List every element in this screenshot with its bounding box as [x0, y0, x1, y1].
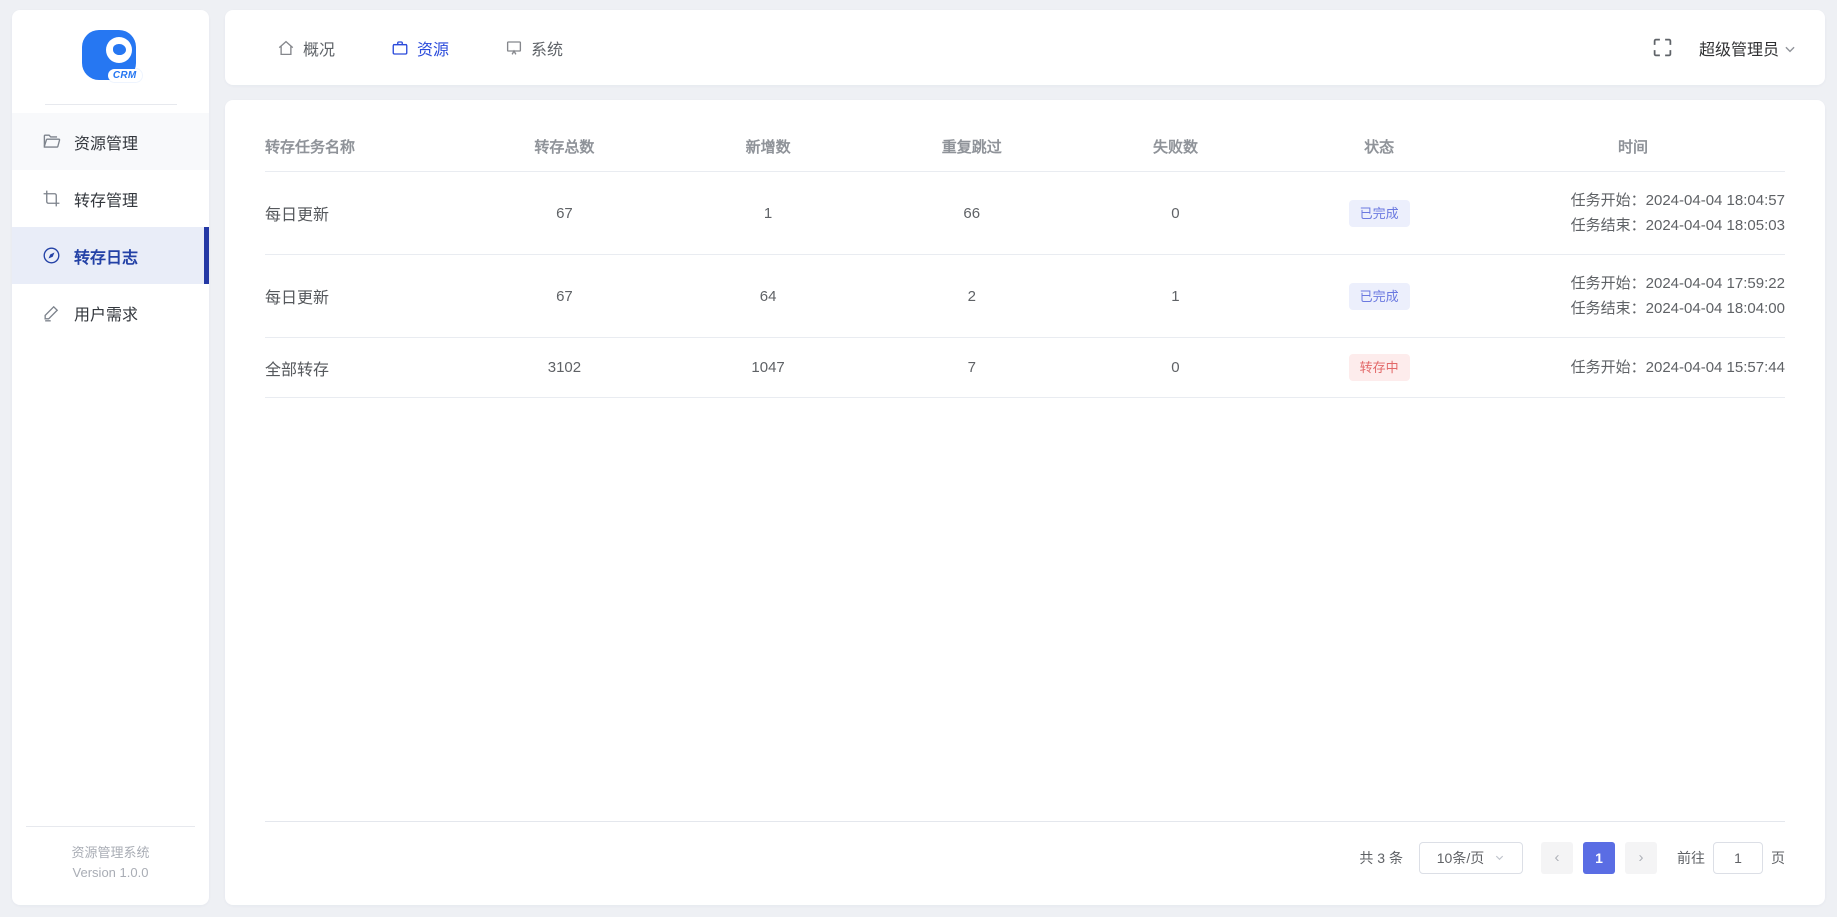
- compass-icon: [42, 246, 61, 265]
- cell-failed: 0: [1171, 204, 1180, 222]
- table-row: 每日更新 67 1 66 0 已完成 任务开始：2024-04-04 18:04:57 任务结…: [265, 172, 1785, 255]
- cell-task-name: 全部转存: [265, 361, 330, 379]
- app-logo: CRM: [12, 10, 209, 84]
- tab-system[interactable]: 系统: [505, 36, 563, 60]
- cell-total: 67: [556, 287, 573, 305]
- page-size-select[interactable]: 10条/页: [1419, 841, 1523, 874]
- divider: [26, 826, 195, 827]
- cell-total: 67: [556, 204, 573, 222]
- chevron-down-icon: [1494, 852, 1505, 863]
- col-header-time: 时间: [1617, 139, 1648, 156]
- col-header-failed: 失败数: [1152, 139, 1198, 156]
- table-header-row: 转存任务名称 转存总数 新增数 重复跳过 失败数 状态 时间: [265, 122, 1785, 172]
- content-card: 转存任务名称 转存总数 新增数 重复跳过 失败数 状态 时间 每日更新 67 1 66…: [225, 100, 1825, 905]
- topbar: 概况 资源 系统 超级管理员: [225, 10, 1825, 85]
- cell-added: 1047: [751, 359, 785, 376]
- col-header-total: 转存总数: [534, 139, 595, 156]
- prev-page-button[interactable]: ‹: [1541, 841, 1573, 874]
- cell-status: 已完成: [1277, 267, 1481, 326]
- sidebar-item-label: 转存管理: [74, 192, 139, 210]
- folder-icon: [42, 132, 61, 151]
- home-icon: [277, 39, 295, 57]
- status-badge: 已完成: [1348, 199, 1410, 227]
- cell-failed: 1: [1171, 287, 1180, 305]
- edit-icon: [42, 303, 61, 322]
- footer-app-title: 资源管理系统: [71, 845, 150, 860]
- chevron-down-icon: [1783, 42, 1797, 56]
- top-nav-tabs: 概况 资源 系统: [277, 36, 563, 60]
- page-size-value: 10条/页: [1436, 849, 1485, 866]
- status-badge: 已完成: [1348, 282, 1410, 310]
- goto-page-input[interactable]: [1713, 841, 1763, 874]
- table-row: 全部转存 3102 1047 7 0 转存中 任务开始：2024-04-04 15:57:4…: [265, 338, 1785, 398]
- pagination-total: 共 3 条: [1359, 849, 1403, 866]
- user-menu[interactable]: 超级管理员: [1699, 36, 1797, 60]
- sidebar-footer: 资源管理系统 Version 1.0.0: [12, 826, 209, 905]
- sidebar-item-label: 资源管理: [74, 135, 139, 153]
- cell-total: 3102: [547, 359, 582, 376]
- time-line: 任务结束：2024-04-04 18:04:00: [1570, 300, 1785, 317]
- cell-added: 1: [763, 204, 773, 222]
- transfer-log-table: 转存任务名称 转存总数 新增数 重复跳过 失败数 状态 时间 每日更新 67 1 66…: [225, 100, 1825, 398]
- sidebar-item-label: 转存日志: [74, 249, 139, 267]
- cell-task-name: 每日更新: [265, 290, 330, 307]
- tab-overview[interactable]: 概况: [277, 36, 335, 60]
- col-header-status: 状态: [1364, 139, 1395, 156]
- cell-status: 转存中: [1277, 338, 1481, 397]
- next-page-button[interactable]: ›: [1625, 841, 1657, 874]
- sidebar-item-transfer-log[interactable]: 转存日志: [12, 227, 209, 284]
- sidebar-item-label: 用户需求: [74, 306, 139, 324]
- user-menu-label: 超级管理员: [1698, 41, 1779, 59]
- cell-added: 64: [759, 287, 777, 305]
- time-line: 任务开始：2024-04-04 18:04:57: [1570, 192, 1785, 209]
- cell-skipped: 7: [967, 359, 976, 376]
- page-button-1[interactable]: 1: [1583, 841, 1615, 874]
- briefcase-icon: [391, 39, 409, 57]
- table-body: 每日更新 67 1 66 0 已完成 任务开始：2024-04-04 18:04:57 任务结…: [265, 172, 1785, 398]
- time-line: 任务结束：2024-04-04 18:05:03: [1570, 217, 1785, 234]
- tab-resources[interactable]: 资源: [391, 36, 449, 60]
- footer-version: Version 1.0.0: [72, 865, 149, 880]
- time-line: 任务开始：2024-04-04 17:59:22: [1570, 275, 1785, 292]
- cell-skipped: 2: [967, 287, 976, 305]
- topbar-right: 超级管理员: [1652, 36, 1797, 60]
- crop-icon: [42, 189, 61, 208]
- tab-label: 资源: [417, 41, 450, 59]
- sidebar-item-user-requests[interactable]: 用户需求: [12, 284, 209, 341]
- pagination-bar: 共 3 条 10条/页 ‹ 1 › 前往 页: [265, 821, 1785, 893]
- table-row: 每日更新 67 64 2 1 已完成 任务开始：2024-04-04 17:59:22 任务结…: [265, 255, 1785, 338]
- cell-skipped: 66: [963, 204, 981, 222]
- monitor-icon: [505, 39, 523, 57]
- fullscreen-icon[interactable]: [1652, 37, 1673, 58]
- time-line: 任务开始：2024-04-04 15:57:44: [1570, 359, 1785, 376]
- divider: [44, 104, 177, 105]
- cell-status: 已完成: [1277, 184, 1481, 243]
- logo-text: CRM: [107, 69, 142, 82]
- col-header-skipped: 重复跳过: [941, 139, 1002, 156]
- col-header-task-name: 转存任务名称: [265, 139, 356, 156]
- cell-time: 任务开始：2024-04-04 17:59:22 任务结束：2024-04-04 …: [1481, 255, 1785, 337]
- col-header-added: 新增数: [745, 139, 791, 156]
- sidebar-item-transfer-management[interactable]: 转存管理: [12, 170, 209, 227]
- goto-label: 前往: [1677, 849, 1705, 866]
- cell-task-name: 每日更新: [265, 207, 330, 224]
- sidebar-menu: 资源管理转存管理转存日志用户需求: [12, 113, 209, 341]
- cell-time: 任务开始：2024-04-04 15:57:44: [1481, 339, 1785, 396]
- sidebar: CRM 资源管理转存管理转存日志用户需求 资源管理系统 Version 1.0.…: [12, 10, 209, 905]
- goto-suffix: 页: [1771, 849, 1785, 866]
- cell-failed: 0: [1171, 359, 1180, 376]
- tab-label: 概况: [303, 41, 336, 59]
- tab-label: 系统: [531, 41, 564, 59]
- status-badge: 转存中: [1348, 354, 1410, 381]
- cell-time: 任务开始：2024-04-04 18:04:57 任务结束：2024-04-04 …: [1481, 172, 1785, 254]
- sidebar-item-resource-management[interactable]: 资源管理: [12, 113, 209, 170]
